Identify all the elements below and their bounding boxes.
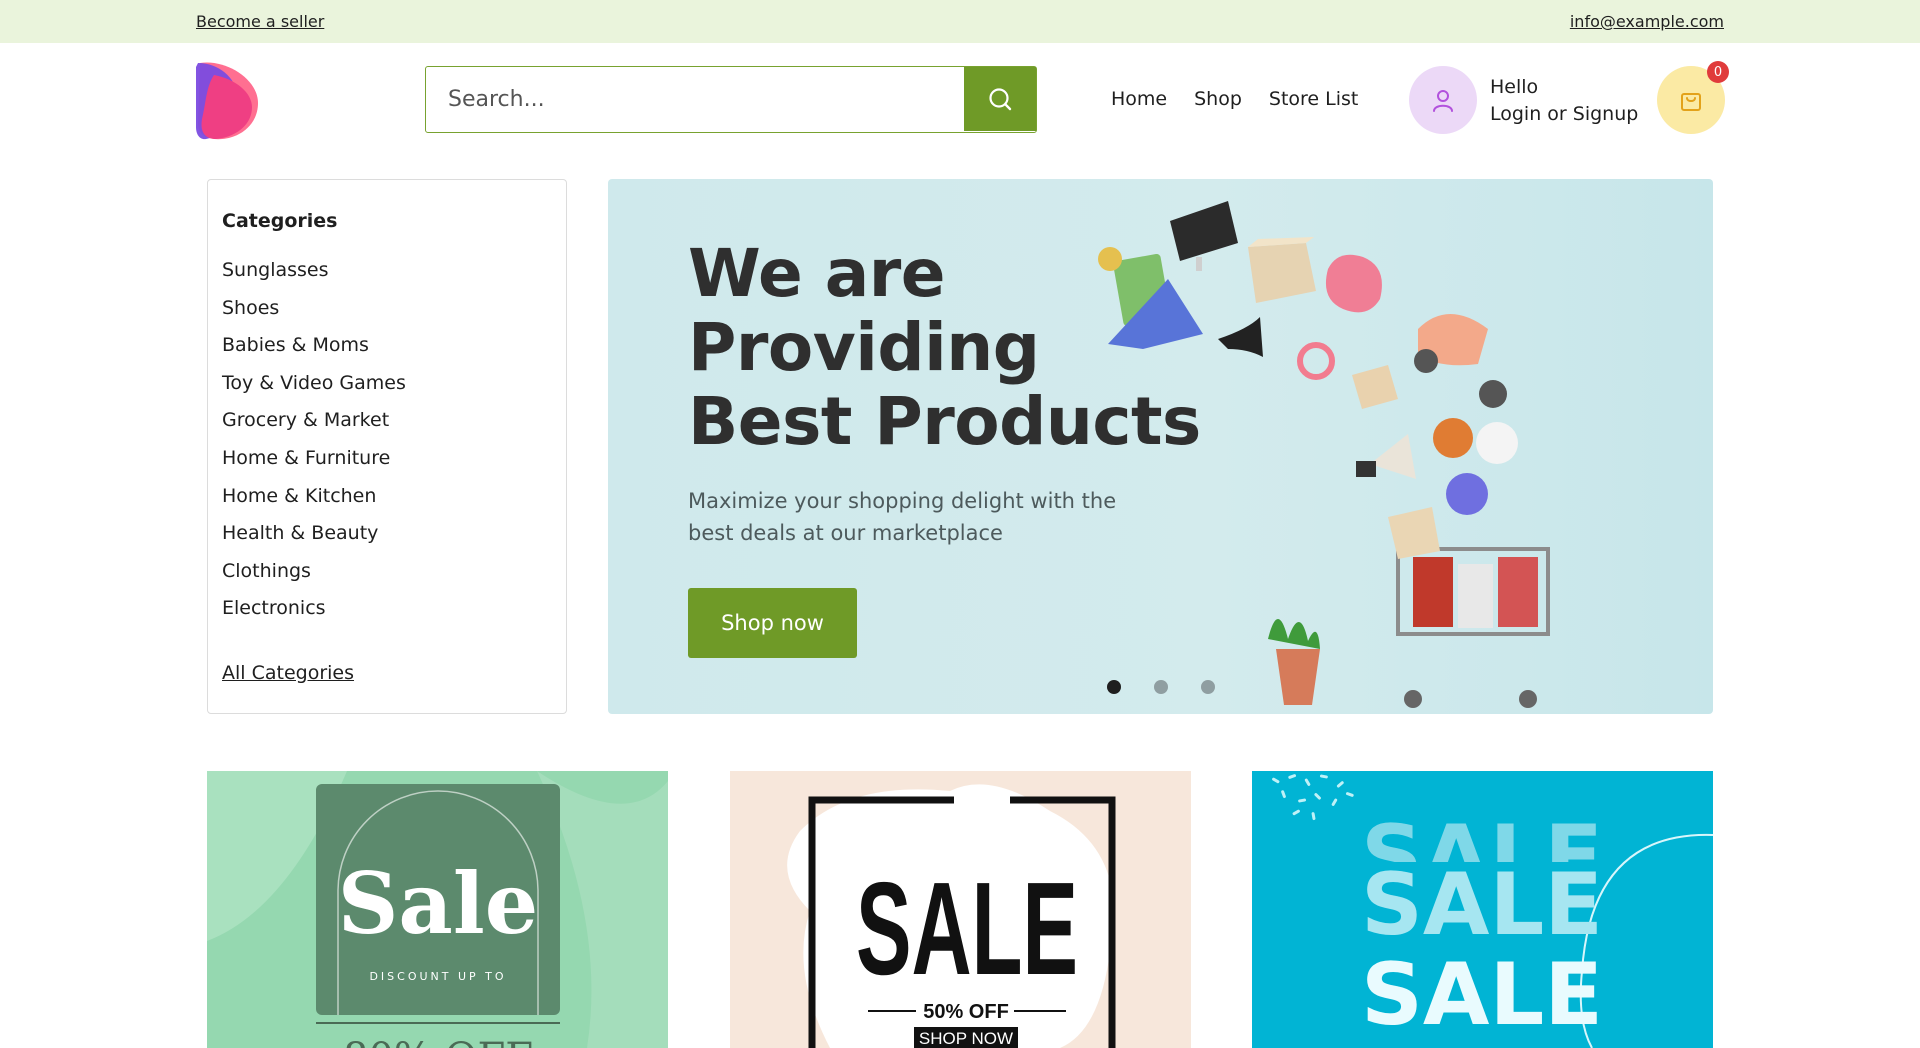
become-seller-link[interactable]: Become a seller xyxy=(196,12,324,31)
category-item[interactable]: Health & Beauty xyxy=(222,520,406,558)
search-input[interactable] xyxy=(426,67,964,131)
search-bar xyxy=(425,66,1037,133)
account-greeting[interactable]: Hello Login or Signup xyxy=(1490,74,1638,128)
nav-store-list[interactable]: Store List xyxy=(1269,88,1358,110)
banner-3-word: SALE xyxy=(1361,945,1603,1045)
banner-2-offer: 50% OFF xyxy=(923,1001,1009,1023)
search-button[interactable] xyxy=(964,67,1036,131)
sale-banner-2[interactable]: SALE 50% OFF SHOP NOW xyxy=(730,771,1191,1048)
hero-subtitle: Maximize your shopping delight with the … xyxy=(688,489,1117,545)
sale-banner-2-art: SALE 50% OFF SHOP NOW xyxy=(787,784,1116,1048)
user-icon xyxy=(1433,90,1453,112)
contact-email-link[interactable]: info@example.com xyxy=(1570,12,1724,31)
sale-banner-1[interactable]: Sale DISCOUNT UP TO 80% OFF xyxy=(207,771,668,1048)
sale-banner-1-art: Sale DISCOUNT UP TO 80% OFF xyxy=(207,771,668,1048)
sale-banner-3-art: SALE SALE SALE xyxy=(1272,774,1713,1048)
category-item[interactable]: Grocery & Market xyxy=(222,407,406,445)
login-signup-link[interactable]: Login or Signup xyxy=(1490,101,1638,128)
category-item[interactable]: Electronics xyxy=(222,595,406,633)
account-avatar[interactable] xyxy=(1409,66,1477,134)
banner-1-word: Sale xyxy=(338,854,538,953)
shop-now-button[interactable]: Shop now xyxy=(688,588,857,658)
banner-2-cta: SHOP NOW xyxy=(919,1029,1013,1048)
category-item[interactable]: Babies & Moms xyxy=(222,332,406,370)
categories-list: Sunglasses Shoes Babies & Moms Toy & Vid… xyxy=(222,257,406,633)
all-categories-link[interactable]: All Categories xyxy=(222,662,354,684)
search-icon xyxy=(989,88,1012,111)
brand-logo[interactable] xyxy=(196,61,262,141)
main-nav: Home Shop Store List xyxy=(1111,88,1358,110)
categories-title: Categories xyxy=(222,210,338,232)
category-item[interactable]: Shoes xyxy=(222,295,406,333)
banner-3-word-echo-2: SALE xyxy=(1361,855,1603,955)
banner-1-small: DISCOUNT UP TO xyxy=(369,970,506,983)
category-item[interactable]: Sunglasses xyxy=(222,257,406,295)
banner-2-word: SALE xyxy=(856,855,1078,1002)
cart-count-badge: 0 xyxy=(1707,61,1729,83)
category-item[interactable]: Home & Furniture xyxy=(222,445,406,483)
categories-panel: Categories Sunglasses Shoes Babies & Mom… xyxy=(207,179,567,714)
top-bar: Become a seller info@example.com xyxy=(0,0,1920,43)
shopping-bag-icon xyxy=(1681,93,1701,111)
category-item[interactable]: Toy & Video Games xyxy=(222,370,406,408)
hero-line-1: We are xyxy=(688,235,946,312)
category-item[interactable]: Clothings xyxy=(222,558,406,596)
greeting-text: Hello xyxy=(1490,76,1539,98)
nav-home[interactable]: Home xyxy=(1111,88,1167,110)
hero-banner: We are Providing Best Products Maximize … xyxy=(608,179,1713,714)
hero-line-2: Providing xyxy=(688,309,1040,386)
category-item[interactable]: Home & Kitchen xyxy=(222,483,406,521)
banner-1-percent: 80% OFF xyxy=(343,1035,533,1048)
nav-shop[interactable]: Shop xyxy=(1194,88,1242,110)
sale-banner-3[interactable]: SALE SALE SALE xyxy=(1252,771,1713,1048)
hero-products-illustration xyxy=(1098,201,1550,708)
